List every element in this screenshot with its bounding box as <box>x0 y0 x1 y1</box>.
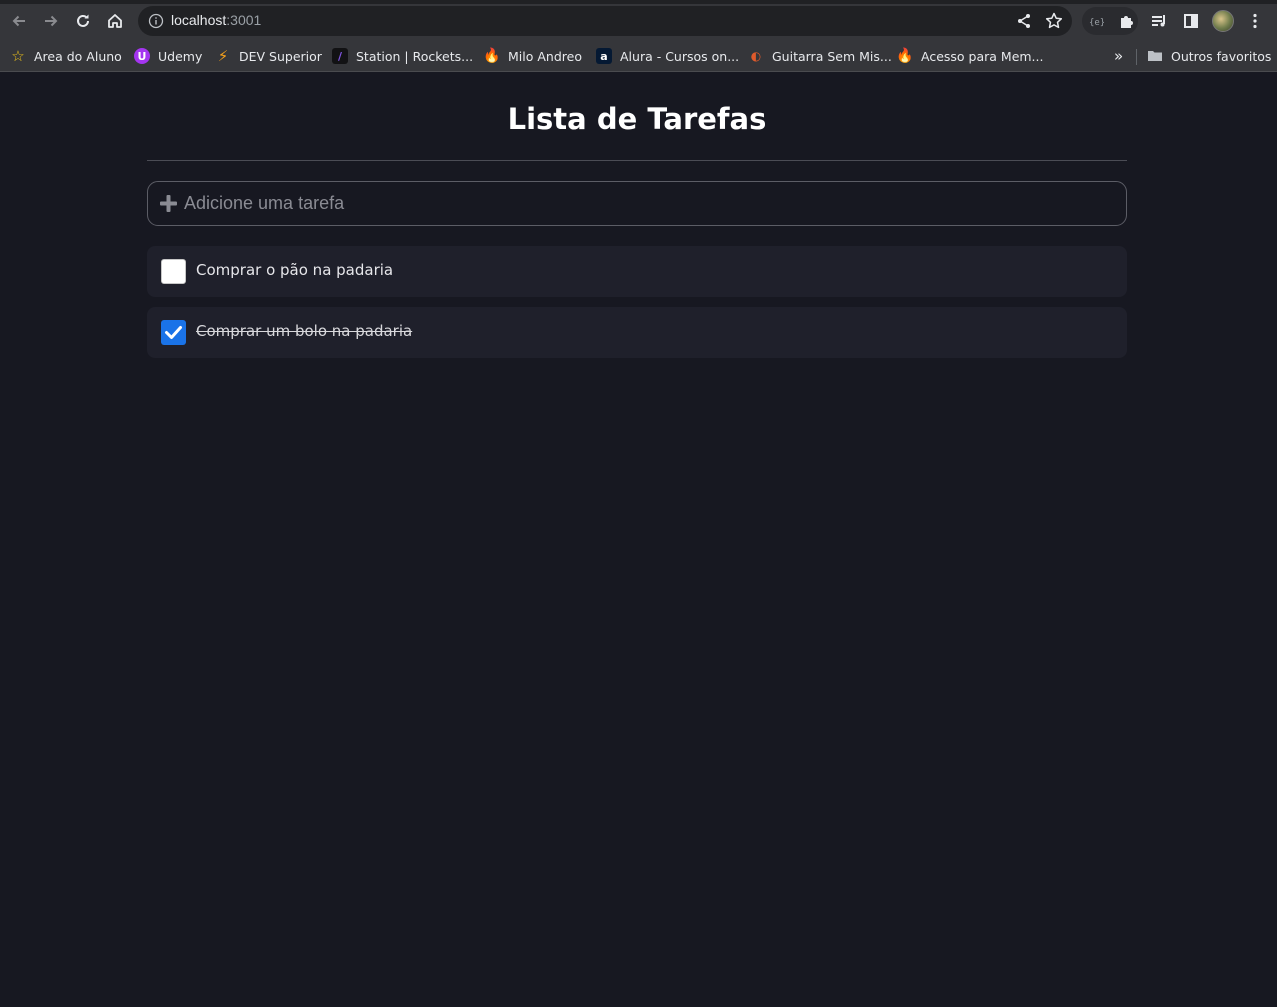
tab-strip-edge <box>0 0 1277 4</box>
url-host: localhost <box>171 12 227 28</box>
side-panel-icon <box>1184 14 1198 28</box>
alura-icon: a <box>596 48 612 64</box>
bookmark-item[interactable]: U Udemy <box>134 45 202 67</box>
bookmark-label: Area do Aluno <box>34 48 122 64</box>
bookmark-item[interactable]: 🔥 Acesso para Mem... <box>896 45 1044 67</box>
other-bookmarks-label: Outros favoritos <box>1171 48 1272 64</box>
home-icon <box>108 14 122 28</box>
plus-icon <box>160 195 177 212</box>
star-icon: ☆ <box>11 47 25 65</box>
playlist-icon <box>1152 15 1165 27</box>
task-item[interactable]: Comprar o pão na padaria <box>147 246 1127 297</box>
bookmark-item[interactable]: a Alura - Cursos on... <box>596 45 739 67</box>
browser-toolbar: localhost:3001 {e} <box>0 0 1277 41</box>
udemy-icon: U <box>134 48 150 64</box>
side-panel-button[interactable] <box>1180 10 1202 32</box>
page-title: Lista de Tarefas <box>507 102 767 136</box>
checkmark-icon <box>165 326 182 339</box>
task-checkbox[interactable] <box>161 320 186 345</box>
other-bookmarks-folder[interactable]: Outros favoritos <box>1147 45 1271 67</box>
bookmark-label: Milo Andreo <box>508 48 582 64</box>
profile-avatar[interactable] <box>1212 10 1234 32</box>
home-button[interactable] <box>102 8 128 34</box>
todo-page: Lista de Tarefas Comprar o pão na padari… <box>0 72 1277 1007</box>
lightning-icon: ⚡ <box>217 47 229 65</box>
bookmark-label: Alura - Cursos on... <box>620 48 740 64</box>
extensions-button[interactable] <box>1116 10 1138 32</box>
add-task-field[interactable] <box>147 181 1127 226</box>
bookmark-item[interactable]: ☆ Area do Aluno <box>10 45 122 67</box>
more-bookmarks-button[interactable]: » <box>1114 47 1123 65</box>
forward-button[interactable] <box>38 8 64 34</box>
arrow-right-icon <box>45 15 58 27</box>
task-text: Comprar um bolo na padaria <box>196 322 413 340</box>
task-checkbox[interactable] <box>161 259 186 284</box>
svg-text:{e}: {e} <box>1089 18 1104 28</box>
rocketseat-icon: / <box>332 48 348 64</box>
task-item[interactable]: Comprar um bolo na padaria <box>147 307 1127 358</box>
reload-button[interactable] <box>70 8 96 34</box>
flame-icon: 🔥 <box>896 48 914 64</box>
media-control-button[interactable] <box>1148 10 1170 32</box>
guitar-icon: ◐ <box>750 49 762 63</box>
bookmarks-bar: ☆ Area do Aluno U Udemy ⚡ DEV Superior /… <box>0 41 1277 72</box>
menu-button[interactable] <box>1244 10 1266 32</box>
bookmark-label: DEV Superior <box>239 48 322 64</box>
share-icon[interactable] <box>1015 12 1033 30</box>
bookmark-label: Station | Rockets... <box>356 48 474 64</box>
bookmark-label: Acesso para Mem... <box>921 48 1044 64</box>
extension-code-icon: {e} <box>1089 18 1104 28</box>
folder-icon <box>1148 51 1162 61</box>
info-icon[interactable] <box>148 13 164 29</box>
address-bar[interactable]: localhost:3001 <box>138 6 1072 36</box>
puzzle-icon <box>1121 16 1133 28</box>
kebab-menu-icon <box>1253 13 1257 29</box>
back-button[interactable] <box>6 8 32 34</box>
bookmark-star-icon[interactable] <box>1044 11 1064 31</box>
title-divider <box>147 160 1127 161</box>
task-text: Comprar o pão na padaria <box>196 261 394 279</box>
add-task-input[interactable] <box>184 182 1114 225</box>
arrow-left-icon <box>12 15 25 27</box>
bookmark-item[interactable]: 🔥 Milo Andreo <box>483 45 582 67</box>
flame-icon: 🔥 <box>483 48 501 64</box>
url-port: :3001 <box>226 12 262 28</box>
bookmark-label: Udemy <box>158 48 203 64</box>
reload-icon <box>77 14 89 27</box>
bookmark-item[interactable]: / Station | Rockets... <box>332 45 473 67</box>
bookmarks-separator <box>1136 49 1137 65</box>
bookmark-item[interactable]: ⚡ DEV Superior <box>215 45 322 67</box>
bookmark-label: Guitarra Sem Mis... <box>772 48 892 64</box>
url-text[interactable]: localhost:3001 <box>171 12 261 28</box>
bookmark-item[interactable]: ◐ Guitarra Sem Mis... <box>748 45 892 67</box>
